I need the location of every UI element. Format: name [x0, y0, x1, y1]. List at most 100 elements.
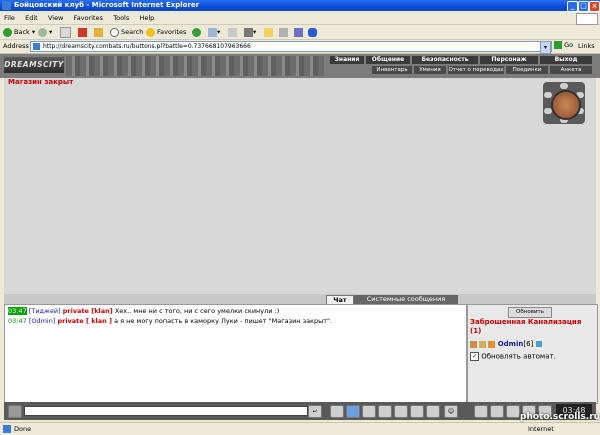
- menu-edit[interactable]: Edit: [25, 12, 38, 24]
- bluetooth-icon: [308, 27, 317, 37]
- menu-tools[interactable]: Tools: [113, 12, 129, 24]
- private-message-icon[interactable]: [470, 340, 477, 348]
- clan-button[interactable]: [490, 405, 504, 418]
- print-button[interactable]: ▾: [244, 26, 256, 38]
- history-button[interactable]: ▾: [208, 26, 220, 38]
- user-name[interactable]: Odmin: [498, 340, 524, 348]
- message-text: Хех.. мне ни с того, ни с сего умелки ск…: [114, 307, 280, 315]
- media-button[interactable]: [192, 26, 203, 38]
- address-url: http://dreamscity.combats.ru/buttons.pl?…: [43, 43, 251, 50]
- auto-refresh-checkbox[interactable]: ✓: [470, 352, 479, 361]
- align-icon: [488, 340, 496, 348]
- messenger-icon: [294, 27, 303, 37]
- back-button[interactable]: Back ▾: [3, 26, 35, 38]
- friends-button[interactable]: [474, 405, 488, 418]
- message-nick[interactable]: [Тиджей]: [29, 307, 61, 315]
- address-dropdown-button[interactable]: ▾: [540, 41, 551, 54]
- room-panel: Обновить Заброшенная Канализация (1) Odm…: [467, 304, 598, 404]
- clear-button[interactable]: [330, 405, 344, 418]
- security-zone: Internet: [528, 425, 554, 433]
- scroll-button[interactable]: [394, 405, 408, 418]
- history-icon: [208, 27, 217, 37]
- nav-skills[interactable]: Умения: [414, 66, 446, 74]
- menu-favorites[interactable]: Favorites: [74, 12, 103, 24]
- chat-message: 03:47 [Тиджей] private [klan] Хех.. мне …: [8, 307, 279, 315]
- filter-button[interactable]: [346, 405, 360, 418]
- navigation-compass[interactable]: [543, 82, 585, 124]
- room-location: Заброшенная Канализация (1): [470, 318, 582, 335]
- discuss-icon: [279, 27, 288, 37]
- print-icon: [244, 27, 253, 37]
- nav-transfer-report[interactable]: Отчет о переводах: [448, 66, 504, 74]
- mail-button[interactable]: [228, 26, 237, 38]
- chat-log[interactable]: 03:47 [Тиджей] private [klan] Хех.. мне …: [4, 304, 467, 404]
- translit-button[interactable]: [378, 405, 392, 418]
- header-art: [66, 56, 324, 76]
- discuss-button[interactable]: [279, 26, 288, 38]
- refresh-button[interactable]: [78, 26, 87, 38]
- search-icon: [110, 27, 119, 37]
- star-icon: [146, 27, 155, 37]
- close-button[interactable]: ×: [589, 1, 600, 12]
- nav-battles[interactable]: Поединки: [506, 66, 548, 74]
- send-button[interactable]: ↵: [308, 405, 322, 418]
- menu-view[interactable]: View: [48, 12, 63, 24]
- toolbar: Back ▾ ▾ Search Favorites ▾ ▾: [0, 25, 600, 40]
- back-arrow-icon: [3, 27, 12, 37]
- settings-button[interactable]: [426, 405, 440, 418]
- message-channel[interactable]: private [klan]: [63, 307, 113, 315]
- favorites-button[interactable]: Favorites: [146, 26, 186, 38]
- smile-icon[interactable]: ☺: [444, 405, 458, 418]
- game-header: DREAMSCITY Знания Общение Безопасность П…: [0, 54, 600, 78]
- nav-north-button[interactable]: [560, 83, 568, 89]
- title-bar: Бойцовский клуб - Microsoft Internet Exp…: [0, 0, 600, 12]
- search-button[interactable]: Search: [110, 26, 143, 38]
- address-input[interactable]: http://dreamscity.combats.ru/buttons.pl?…: [30, 41, 552, 52]
- guild-icon: [479, 340, 487, 348]
- info-icon[interactable]: [535, 341, 542, 347]
- nav-profile[interactable]: Анкета: [550, 66, 592, 74]
- nav-knowledge[interactable]: Знания: [330, 56, 364, 64]
- watermark: photo.scrolls.ru: [520, 412, 600, 422]
- maximize-button[interactable]: □: [578, 1, 589, 12]
- menu-help[interactable]: Help: [139, 12, 154, 24]
- go-arrow-icon: [554, 41, 562, 49]
- go-button[interactable]: Go: [554, 41, 573, 49]
- forward-button[interactable]: ▾: [38, 26, 52, 38]
- message-time: 03:47: [8, 307, 27, 315]
- windows-flag-icon: [576, 13, 598, 25]
- links-button[interactable]: Links: [578, 42, 595, 50]
- home-button[interactable]: [94, 26, 103, 38]
- message-channel[interactable]: private [ klan ]: [57, 317, 112, 325]
- nav-inventory[interactable]: Инвентарь: [372, 66, 412, 74]
- edit-button[interactable]: [264, 26, 273, 38]
- room-user: Odmin[6]: [470, 340, 542, 348]
- compass-center-icon[interactable]: [551, 90, 581, 120]
- smiles-button[interactable]: [362, 405, 376, 418]
- chat-input[interactable]: [24, 406, 308, 416]
- bluetooth-button[interactable]: [308, 26, 317, 38]
- message-time: 03:47: [8, 317, 27, 325]
- message-nick[interactable]: [Odmin]: [29, 317, 56, 325]
- minimize-button[interactable]: _: [567, 1, 578, 12]
- tab-system-messages[interactable]: Системные сообщения: [354, 295, 458, 304]
- menu-file[interactable]: File: [4, 12, 15, 24]
- nav-communication[interactable]: Общение: [366, 56, 410, 64]
- home-icon: [94, 27, 103, 37]
- status-bar: Done Internet: [0, 422, 600, 435]
- status-page-icon: [3, 425, 11, 433]
- chat-options-icon[interactable]: [8, 405, 22, 418]
- chat-input-bar: ↵ ☺ 03:48: [4, 402, 596, 420]
- address-label: Address: [3, 42, 29, 50]
- mail-icon: [228, 27, 237, 37]
- shop-status: Магазин закрыт: [8, 78, 74, 86]
- sound-button[interactable]: [410, 405, 424, 418]
- nav-west-button[interactable]: [544, 92, 552, 98]
- stop-button[interactable]: [60, 26, 71, 38]
- nav-security[interactable]: Безопасность: [412, 56, 478, 64]
- refresh-room-button[interactable]: Обновить: [508, 307, 552, 318]
- bag-button[interactable]: [506, 405, 520, 418]
- nav-exit[interactable]: Выход: [540, 56, 592, 64]
- messenger-button[interactable]: [294, 26, 303, 38]
- nav-character[interactable]: Персонаж: [480, 56, 538, 64]
